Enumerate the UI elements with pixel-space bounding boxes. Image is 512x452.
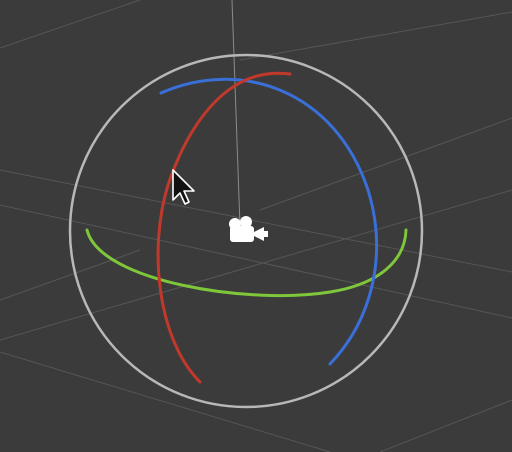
arrow-cursor-icon (172, 169, 195, 205)
grid-line (0, 351, 331, 452)
grid-line (0, 249, 141, 301)
grid-line (0, 0, 141, 49)
grid-line (0, 204, 512, 319)
vertical-axis-line (231, 0, 241, 227)
grid-line (239, 11, 512, 61)
gizmo-z-ring[interactable] (159, 77, 379, 366)
video-camera-icon[interactable] (229, 216, 268, 242)
viewport-canvas[interactable] (0, 0, 512, 452)
floor-grid (0, 0, 512, 452)
grid-line (379, 399, 512, 452)
grid-line (0, 189, 512, 341)
grid-line (259, 117, 512, 211)
3d-viewport[interactable] (0, 0, 512, 452)
gizmo-x-ring[interactable] (156, 71, 292, 384)
